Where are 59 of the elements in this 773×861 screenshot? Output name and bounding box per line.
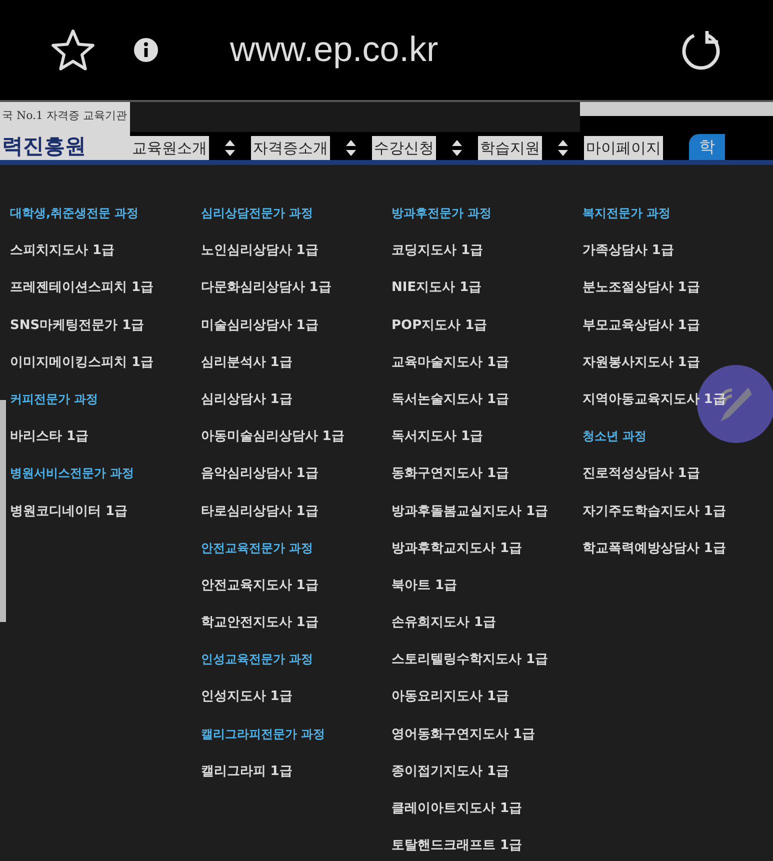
course-link[interactable]: 타로심리상담사 1급 xyxy=(200,492,318,530)
nav-menu-item[interactable]: 마이페이지 xyxy=(584,136,663,160)
category-heading: 캘리그라피전문가 과정 xyxy=(200,726,325,743)
course-link[interactable]: 학교폭력예방상담사 1급 xyxy=(582,530,726,567)
course-link[interactable]: 토탈핸드크래프트 1급 xyxy=(392,827,522,861)
course-link[interactable]: 음악심리상담사 1급 xyxy=(200,455,318,492)
course-link[interactable]: 부모교육상담사 1급 xyxy=(582,306,700,344)
course-link[interactable]: 노인심리상담사 1급 xyxy=(200,232,318,270)
course-link[interactable]: 스토리텔링수학지도사 1급 xyxy=(392,641,548,678)
course-link[interactable]: 자기주도학습지도사 1급 xyxy=(582,492,726,530)
course-link[interactable]: 독서지도사 1급 xyxy=(392,418,484,456)
category-heading: 대학생,취준생전문 과정 xyxy=(10,205,139,222)
course-link[interactable]: 분노조절상담사 1급 xyxy=(582,269,700,307)
category-heading: 심리상담전문가 과정 xyxy=(200,205,313,222)
course-link[interactable]: 독서논술지도사 1급 xyxy=(392,380,510,418)
course-link[interactable]: 미술심리상담사 1급 xyxy=(200,306,318,344)
site-tagline: 국 No.1 자격증 교육기관 xyxy=(0,102,130,132)
nav-menu-item[interactable]: 교육원소개 xyxy=(130,136,209,160)
course-link[interactable]: 이미지메이킹스피치 1급 xyxy=(10,344,154,381)
course-link[interactable]: 방과후돌봄교실지도사 1급 xyxy=(392,492,548,530)
category-heading: 청소년 과정 xyxy=(582,428,646,446)
category-heading: 복지전문가 과정 xyxy=(582,205,670,222)
course-link[interactable]: 방과후학교지도사 1급 xyxy=(392,530,522,567)
course-link[interactable]: 아동미술심리상담사 1급 xyxy=(200,418,344,456)
course-link[interactable]: 캘리그라피 1급 xyxy=(200,752,292,790)
site-logo[interactable]: 력진흥원 xyxy=(0,132,130,160)
course-link[interactable]: 다문화심리상담사 1급 xyxy=(200,269,332,307)
course-link[interactable]: 병원코디네이터 1급 xyxy=(10,492,128,530)
course-link[interactable]: SNS마케팅전문가 1급 xyxy=(10,306,144,344)
category-heading: 커피전문가 과정 xyxy=(10,390,98,408)
course-link[interactable]: 동화구연지도사 1급 xyxy=(392,455,510,492)
course-link[interactable]: 인성지도사 1급 xyxy=(200,678,292,716)
course-link[interactable]: NIE지도사 1급 xyxy=(392,269,482,307)
nav-menu-item[interactable]: 자격증소개 xyxy=(251,136,330,160)
category-heading: 인성교육전문가 과정 xyxy=(200,651,313,668)
category-heading: 방과후전문가 과정 xyxy=(392,205,492,222)
course-link[interactable]: 스피치지도사 1급 xyxy=(10,232,115,270)
course-link[interactable]: 가족상담사 1급 xyxy=(582,232,674,270)
course-link[interactable]: 손유희지도사 1급 xyxy=(392,604,496,642)
course-link[interactable]: 아동요리지도사 1급 xyxy=(392,678,510,716)
course-link[interactable]: 클레이아트지도사 1급 xyxy=(392,790,522,828)
course-link[interactable]: 종이접기지도사 1급 xyxy=(392,752,510,790)
nav-menu-item[interactable]: 학습지원 xyxy=(478,136,542,160)
course-link[interactable]: 심리분석사 1급 xyxy=(200,344,292,381)
course-link[interactable]: POP지도사 1급 xyxy=(392,306,488,344)
course-link[interactable]: 바리스타 1급 xyxy=(10,418,89,456)
course-link[interactable]: 심리상담사 1급 xyxy=(200,380,292,418)
course-link[interactable]: 북아트 1급 xyxy=(392,566,458,604)
category-heading: 안전교육전문가 과정 xyxy=(200,540,313,557)
course-link[interactable]: 교육마술지도사 1급 xyxy=(392,344,510,381)
course-link[interactable]: 영어동화구연지도사 1급 xyxy=(392,716,536,753)
nav-menu-item[interactable]: 수강신청 xyxy=(372,136,436,160)
course-link[interactable]: 학교안전지도사 1급 xyxy=(200,604,318,642)
course-link[interactable]: 진로적성상담사 1급 xyxy=(582,455,700,492)
course-link[interactable]: 안전교육지도사 1급 xyxy=(200,566,318,604)
category-heading: 병원서비스전문가 과정 xyxy=(10,465,134,482)
course-link[interactable]: 코딩지도사 1급 xyxy=(392,232,484,270)
course-link[interactable]: 프레젠테이션스피치 1급 xyxy=(10,269,154,307)
course-link[interactable]: 자원봉사지도사 1급 xyxy=(582,344,700,381)
